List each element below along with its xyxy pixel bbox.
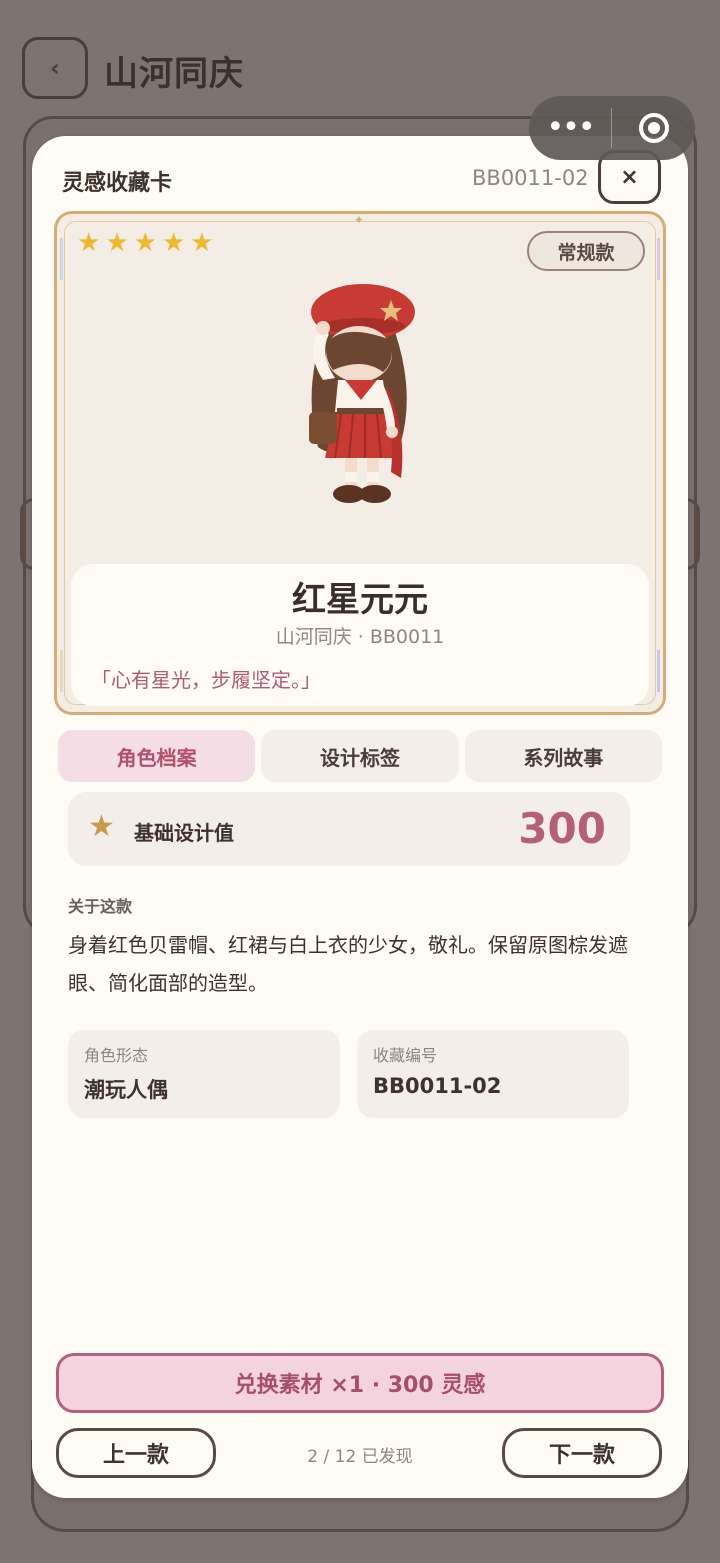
star-icon: ★ (190, 228, 214, 258)
star-icon: ★ (133, 228, 157, 258)
star-icon: ★ (105, 228, 129, 258)
tab-series-story[interactable]: 系列故事 (464, 730, 662, 782)
star-rating: ★ ★ ★ ★ ★ (77, 230, 214, 256)
redeem-button[interactable]: 兑换素材 ×1 · 300 灵感 (56, 1353, 664, 1413)
frame-accent (60, 238, 63, 280)
character-quote: 「心有星光，步履坚定。」 (91, 668, 321, 692)
frame-accent (60, 650, 63, 692)
miniprogram-capsule: ••• (529, 96, 695, 160)
modal-code: BB0011-02 (472, 166, 589, 190)
sparkle-icon: ✦ (354, 213, 365, 227)
collection-card-modal: 灵感收藏卡 BB0011-02 × ✦ ★ ★ ★ ★ ★ 常规款 红星元元 山… (32, 136, 688, 1498)
star-icon: ★ (77, 228, 101, 258)
back-button[interactable]: ‹ (22, 37, 88, 99)
character-series: 山河同庆 · BB0011 (275, 626, 445, 648)
target-circle-icon (638, 113, 669, 143)
design-value-label: 基础设计值 (134, 821, 234, 845)
star-icon: ★ (88, 809, 115, 844)
design-value-panel: ★ 基础设计值 300 (68, 792, 630, 866)
character-info-panel: 红星元元 山河同庆 · BB0011 「心有星光，步履坚定。」 (71, 564, 649, 706)
attribute-value: 潮玩人偶 (84, 1078, 168, 1102)
page-title: 山河同庆 (104, 54, 244, 94)
character-name: 红星元元 (292, 580, 428, 620)
attribute-card-code: 收藏编号 BB0011-02 (357, 1030, 629, 1118)
modal-title: 灵感收藏卡 (62, 171, 173, 196)
design-value-number: 300 (518, 804, 606, 853)
tab-design-tags[interactable]: 设计标签 (261, 730, 459, 782)
close-icon: × (620, 164, 639, 190)
more-dots-icon[interactable]: ••• (529, 113, 611, 143)
frame-accent (657, 238, 660, 280)
star-icon: ★ (161, 228, 186, 258)
chevron-left-icon: ‹ (50, 54, 60, 82)
next-button[interactable]: 下一款 (502, 1428, 662, 1478)
character-figure-image (309, 284, 415, 503)
attribute-value: BB0011-02 (373, 1074, 502, 1098)
attribute-key: 角色形态 (84, 1046, 149, 1065)
tab-bar: 角色档案 设计标签 系列故事 (58, 730, 662, 782)
card-frame: ✦ ★ ★ ★ ★ ★ 常规款 红星元元 山河同庆 · BB0011 「心有星光… (54, 211, 666, 715)
rarity-badge: 常规款 (527, 231, 645, 271)
about-heading: 关于这款 (68, 897, 133, 916)
tab-character-profile[interactable]: 角色档案 (58, 730, 256, 782)
close-miniprogram-button[interactable] (612, 113, 695, 143)
about-description: 身着红色贝雷帽、红裙与白上衣的少女，敬礼。保留原图棕发遮眼、简化面部的造型。 (68, 933, 628, 995)
frame-accent (657, 650, 660, 692)
attribute-key: 收藏编号 (373, 1046, 438, 1065)
attribute-card-form: 角色形态 潮玩人偶 (68, 1030, 340, 1118)
